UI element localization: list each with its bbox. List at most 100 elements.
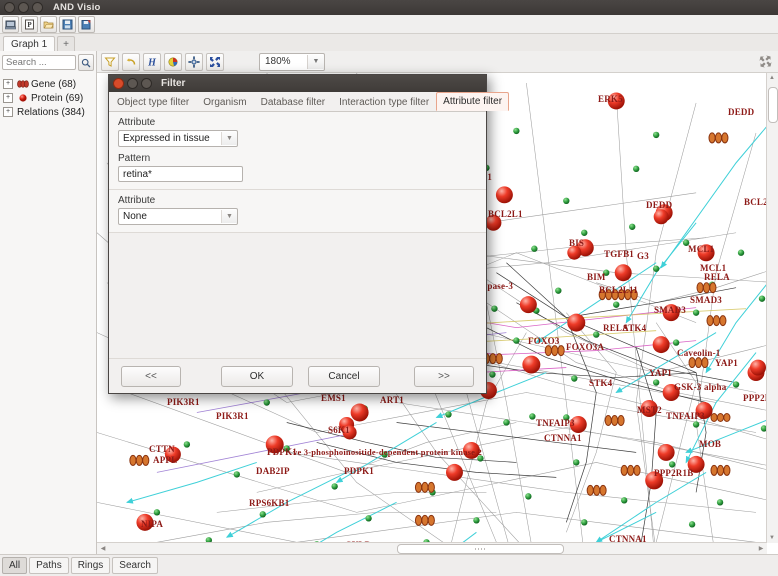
object-tree: + Gene (68) + Protein (69) + Relations (…	[0, 73, 96, 119]
graph-node-label: EMS1	[321, 393, 346, 403]
undo-icon[interactable]	[122, 52, 140, 71]
chevron-down-icon[interactable]: ▼	[221, 210, 237, 223]
graph-node-label: ART1	[380, 395, 404, 405]
attribute-select-1[interactable]: Expressed in tissue ▼	[118, 130, 238, 147]
cancel-button[interactable]: Cancel	[308, 365, 380, 387]
graph-node-label: PIK3R1	[167, 397, 200, 407]
graph-node-label: CTTN	[149, 444, 175, 454]
next-button[interactable]: >>	[414, 365, 474, 387]
tab-interaction-type-filter[interactable]: Interaction type filter	[332, 93, 436, 111]
scroll-down-icon[interactable]: ▼	[768, 534, 776, 542]
open-icon[interactable]	[40, 15, 57, 33]
graph-node-label: PDPK1	[344, 466, 374, 476]
dialog-body: Attribute Expressed in tissue ▼ Pattern …	[109, 112, 486, 359]
previous-button[interactable]: <<	[121, 365, 181, 387]
graph-node-label: MOB	[699, 439, 722, 449]
tab-database-filter[interactable]: Database filter	[254, 93, 332, 111]
expander-icon[interactable]: +	[3, 93, 13, 103]
graph-node-label: BIS	[569, 238, 585, 248]
horizontal-scroll-thumb[interactable]	[397, 544, 564, 554]
graph-node-label: FOXO3	[528, 336, 560, 346]
dialog-empty-area	[109, 233, 486, 359]
new-network-icon[interactable]	[2, 15, 19, 33]
graph-node-label: PPP2R1B	[654, 468, 694, 478]
graph-node-label: ERK5	[598, 94, 623, 104]
properties-icon[interactable]: P	[21, 15, 38, 33]
status-tab-all[interactable]: All	[2, 557, 28, 574]
graph-node-label: TNFAIP3	[536, 418, 575, 428]
document-tab-graph-1[interactable]: Graph 1	[3, 36, 56, 52]
window-titlebar: AND Visio	[0, 0, 778, 15]
pattern-input[interactable]	[118, 166, 243, 182]
graph-vertical-scrollbar[interactable]: ▲ ▼	[766, 73, 778, 543]
graph-node-label: PIK3R1	[216, 411, 249, 421]
ok-button[interactable]: OK	[221, 365, 293, 387]
pie-chart-icon[interactable]	[164, 52, 182, 71]
save-icon[interactable]	[59, 15, 76, 33]
gene-icon	[17, 80, 29, 88]
dialog-tabs: Object type filter Organism Database fil…	[109, 92, 510, 112]
save-as-icon[interactable]	[78, 15, 95, 33]
filter-icon[interactable]	[101, 52, 119, 71]
tab-attribute-filter[interactable]: Attribute filter	[436, 92, 510, 111]
protein-icon	[17, 93, 29, 103]
tree-item-label: Protein (69)	[31, 92, 84, 104]
graph-node-label: YAP1	[715, 358, 738, 368]
tree-item-gene[interactable]: + Gene (68)	[3, 77, 96, 91]
expander-icon[interactable]: +	[3, 79, 13, 89]
window-close-button[interactable]	[4, 2, 15, 13]
tab-organism[interactable]: Organism	[196, 93, 253, 111]
dialog-minimize-button[interactable]	[127, 78, 138, 89]
attribute-select-2[interactable]: None ▼	[118, 208, 238, 225]
zoom-level-combo[interactable]: 180% ▼	[259, 52, 325, 71]
scroll-right-icon[interactable]: ▶	[757, 545, 765, 553]
status-tab-rings[interactable]: Rings	[70, 557, 111, 574]
scroll-up-icon[interactable]: ▲	[768, 74, 776, 82]
window-controls	[4, 2, 43, 13]
graph-node-label: GSK-3 alpha	[674, 382, 727, 392]
sidebar-search-row	[0, 51, 96, 73]
svg-text:H: H	[147, 57, 157, 68]
status-tab-paths[interactable]: Paths	[29, 557, 69, 574]
svg-text:P: P	[27, 21, 32, 29]
search-input[interactable]	[2, 55, 76, 70]
graph-node-label: NIPA	[141, 519, 164, 529]
graph-node-label: G3	[637, 251, 649, 261]
graph-node-label: STK4	[623, 323, 647, 333]
tree-item-relations[interactable]: + Relations (384)	[3, 105, 96, 119]
pattern-label: Pattern	[118, 153, 151, 164]
graph-node-label: CTNNA1	[544, 433, 582, 443]
vertical-scroll-thumb[interactable]	[768, 87, 778, 123]
graph-toolbar: H 180% ▼	[97, 51, 778, 73]
dialog-buttonbar: << OK Cancel >>	[109, 359, 486, 393]
graph-node-label: SMAD3	[654, 305, 686, 315]
chevron-down-icon[interactable]: ▼	[307, 54, 324, 69]
dialog-title: Filter	[161, 78, 186, 89]
expander-icon[interactable]: +	[3, 107, 13, 117]
graph-node-label: ve 3-phosphoinositide-dependent protein …	[293, 447, 482, 457]
highlight-h-icon[interactable]: H	[143, 52, 161, 71]
status-tab-search[interactable]: Search	[112, 557, 158, 574]
graph-node-label: YAP1	[649, 368, 672, 378]
dialog-titlebar: Filter	[109, 75, 486, 92]
tab-object-type-filter[interactable]: Object type filter	[110, 93, 196, 111]
window-minimize-button[interactable]	[18, 2, 29, 13]
graph-node-label: BIM	[587, 272, 606, 282]
dialog-close-button[interactable]	[113, 78, 124, 89]
filter-dialog[interactable]: Filter Object type filter Organism Datab…	[108, 74, 510, 394]
scroll-left-icon[interactable]: ◀	[99, 545, 107, 553]
settings-gear-icon[interactable]	[185, 52, 203, 71]
graph-toolbar-extra	[756, 53, 774, 71]
attribute-filter-section-1: Attribute Expressed in tissue ▼ Pattern	[109, 112, 486, 190]
graph-node-label: S6K1	[328, 425, 350, 435]
window-maximize-button[interactable]	[32, 2, 43, 13]
fit-to-screen-icon[interactable]	[206, 52, 224, 71]
search-icon[interactable]	[78, 54, 94, 71]
add-tab-button[interactable]: +	[57, 36, 75, 52]
chevron-down-icon[interactable]: ▼	[221, 132, 237, 145]
collapse-icon[interactable]	[756, 53, 774, 71]
tree-item-protein[interactable]: + Protein (69)	[3, 91, 96, 105]
tree-item-label: Gene (68)	[31, 78, 77, 90]
dialog-maximize-button[interactable]	[141, 78, 152, 89]
graph-node-label: FOXO3A	[566, 342, 605, 352]
